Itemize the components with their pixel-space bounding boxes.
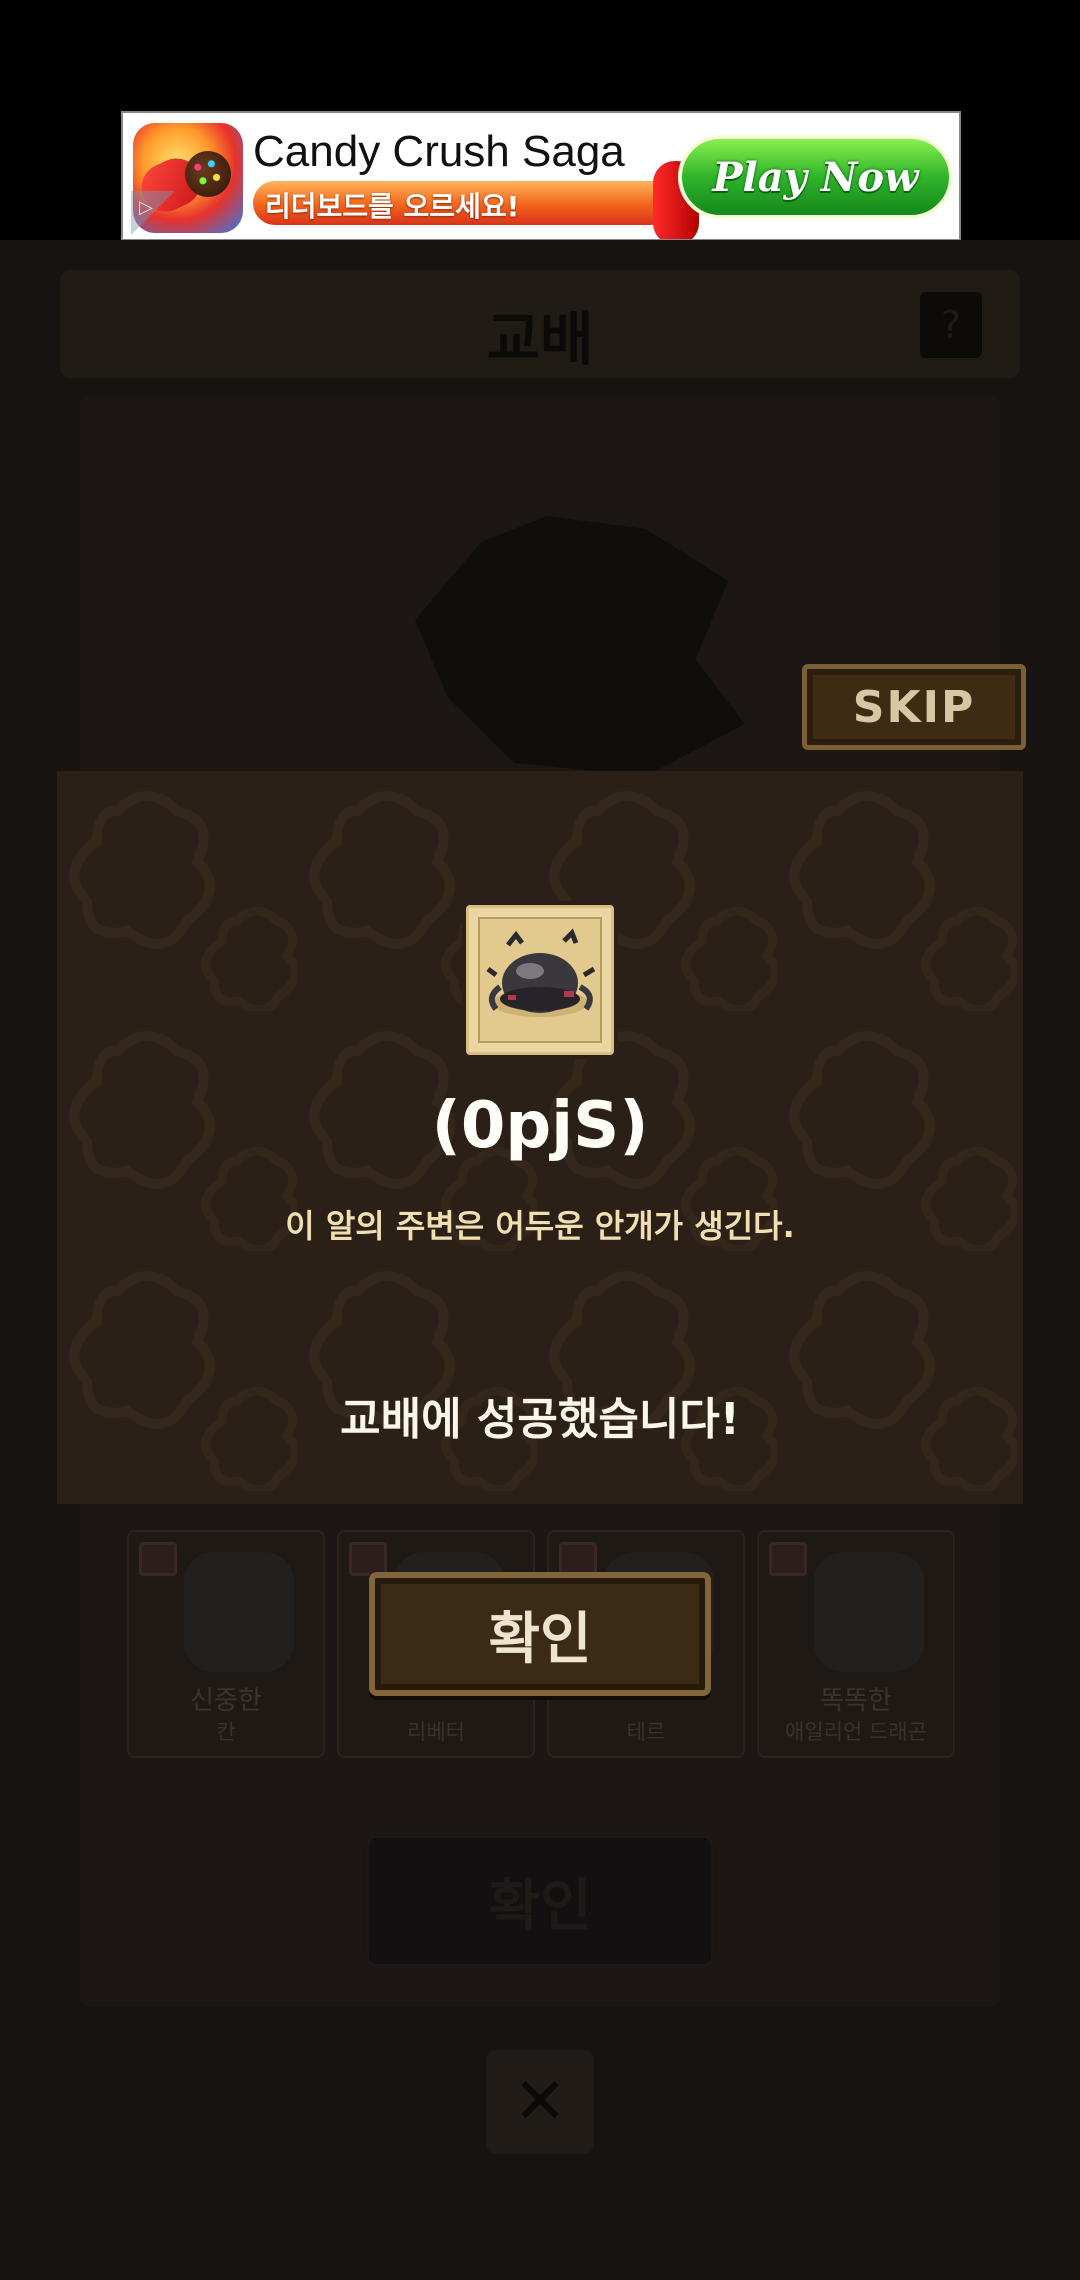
dragon-card-name: 신중한 — [190, 1686, 262, 1716]
success-message: 교배에 성공했습니다! — [340, 1394, 740, 1445]
dragon-card-type: 리베터 — [407, 1720, 465, 1744]
breeding-result-modal: (0pjS) 이 알의 주변은 어두운 안개가 생긴다. 교배에 성공했습니다! — [57, 771, 1023, 1504]
ad-banner[interactable]: ▷ Candy Crush Saga 리더보드를 오르세요! Play Now — [121, 111, 961, 241]
background-confirm-button: 확인 — [367, 1836, 713, 1966]
help-button[interactable]: ? — [920, 292, 982, 358]
dragon-card-type: 칸 — [216, 1720, 236, 1744]
dragon-card[interactable]: 신중한 칸 — [127, 1530, 325, 1758]
element-icon — [139, 1542, 177, 1576]
breeding-title-bar: 교배 ? — [60, 270, 1020, 378]
skip-button[interactable]: SKIP — [802, 664, 1026, 750]
result-item-description: 이 알의 주변은 어두운 안개가 생긴다. — [285, 1207, 795, 1245]
ad-badge-glyph: ▷ — [139, 197, 153, 218]
element-icon — [769, 1542, 807, 1576]
element-icon — [559, 1542, 597, 1576]
close-button[interactable]: ✕ — [486, 2050, 594, 2154]
page-title: 교배 — [486, 305, 594, 373]
ad-play-now-label: Play Now — [712, 153, 919, 201]
dark-egg-icon — [486, 928, 596, 1017]
dragon-card-type: 테르 — [626, 1720, 666, 1744]
ad-subtitle: 리더보드를 오르세요! — [265, 190, 520, 223]
dragon-art — [814, 1552, 924, 1672]
confirm-button-label: 확인 — [488, 1606, 592, 1672]
result-item-frame — [462, 901, 618, 1059]
chocolate-candy-graphic — [185, 151, 231, 197]
dragon-card[interactable]: 똑똑한 애일리언 드래곤 — [757, 1530, 955, 1758]
close-icon: ✕ — [513, 2065, 567, 2139]
confirm-button[interactable]: 확인 — [369, 1572, 711, 1696]
element-icon — [349, 1542, 387, 1576]
background-confirm-label: 확인 — [488, 1873, 592, 1939]
dragon-art — [184, 1552, 294, 1672]
ad-play-now-button[interactable]: Play Now — [678, 135, 953, 219]
ad-title: Candy Crush Saga — [253, 127, 625, 176]
dragon-card-name: 똑똑한 — [820, 1686, 892, 1716]
dragon-card-type: 애일리언 드래곤 — [785, 1720, 927, 1744]
result-item-name: (0pjS) — [431, 1089, 649, 1163]
skip-label: SKIP — [852, 681, 976, 733]
dragon-silhouette — [415, 516, 745, 776]
